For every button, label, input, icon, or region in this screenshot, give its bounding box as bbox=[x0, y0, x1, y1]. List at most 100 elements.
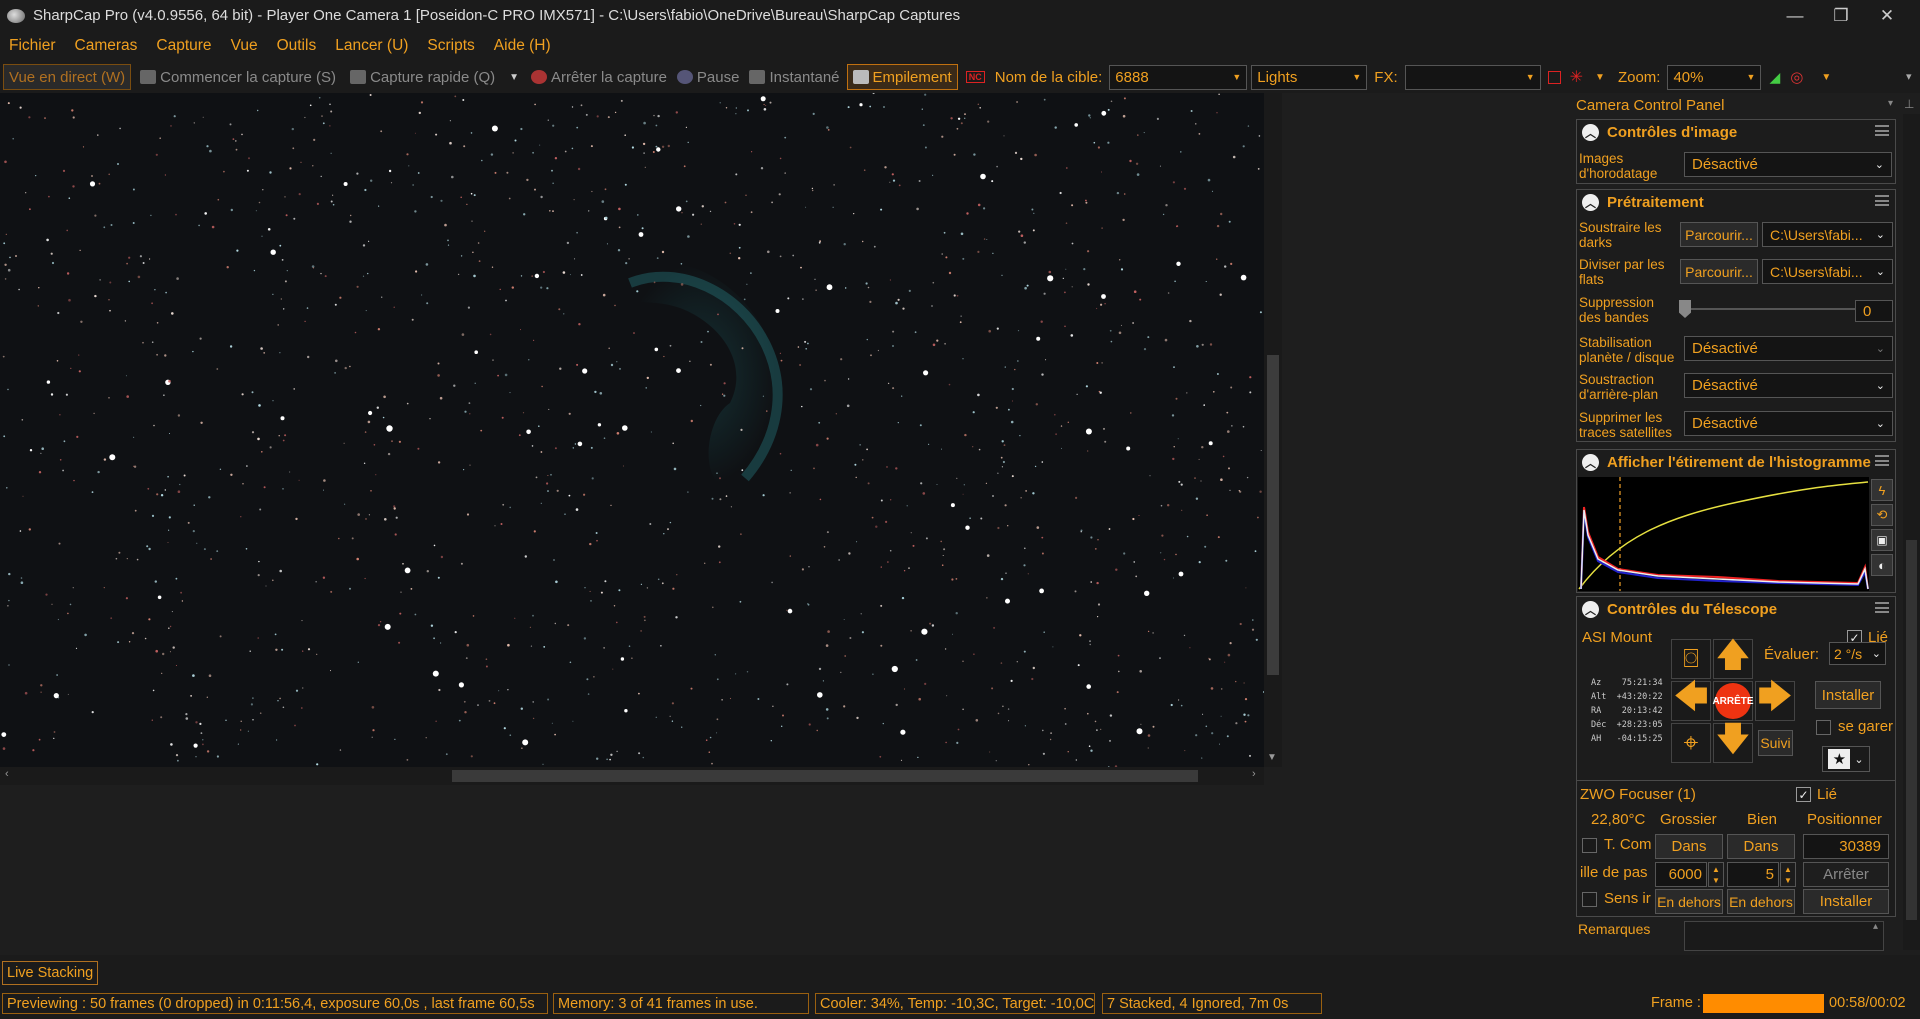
selection-rect-icon[interactable] bbox=[1547, 70, 1561, 84]
chevron-down-icon[interactable]: ▼ bbox=[1595, 72, 1605, 83]
scroll-right-icon[interactable]: › bbox=[1252, 768, 1256, 780]
move-west-button[interactable]: 🡄 bbox=[1671, 678, 1711, 721]
spin-up-icon[interactable]: ▲ bbox=[1784, 864, 1792, 875]
maximize-button[interactable]: ❐ bbox=[1818, 0, 1864, 31]
viewport-vertical-scroll-thumb[interactable] bbox=[1267, 355, 1279, 675]
focus-assist-icon[interactable]: ◎ bbox=[1790, 68, 1803, 86]
menu-aide[interactable]: Aide (H) bbox=[485, 37, 561, 55]
coarse-step-spinner[interactable]: ▲ ▼ bbox=[1708, 862, 1724, 887]
fine-out-button[interactable]: En dehors bbox=[1727, 889, 1795, 914]
collapse-icon[interactable]: ︿ bbox=[1582, 601, 1599, 618]
scroll-down-icon[interactable]: ▼ bbox=[1267, 752, 1277, 763]
mount-setup-button[interactable]: Installer bbox=[1815, 681, 1881, 709]
save-icon[interactable]: ▣ bbox=[1871, 529, 1893, 551]
browse-darks-button[interactable]: Parcourir... bbox=[1680, 222, 1758, 247]
scroll-left-icon[interactable]: ‹ bbox=[5, 768, 9, 780]
close-button[interactable]: ✕ bbox=[1864, 0, 1910, 31]
live-view-button[interactable]: Vue en direct (W) bbox=[3, 64, 132, 90]
banding-slider-thumb[interactable] bbox=[1679, 300, 1691, 318]
start-capture-button[interactable]: Commencer la capture (S) bbox=[135, 64, 341, 90]
rate-dropdown[interactable]: 2 °/s ⌄ bbox=[1829, 642, 1886, 665]
fine-in-button[interactable]: Dans bbox=[1727, 834, 1795, 859]
star bbox=[892, 330, 895, 333]
fine-step-spinner[interactable]: ▲ ▼ bbox=[1780, 862, 1796, 887]
menu-icon[interactable] bbox=[1875, 125, 1889, 136]
viewport-horizontal-scroll-thumb[interactable] bbox=[452, 770, 1198, 782]
quick-capture-button[interactable]: Capture rapide (Q) ▼ bbox=[345, 64, 524, 90]
home-button[interactable]: ⌖ bbox=[1671, 723, 1711, 763]
minimize-button[interactable]: — bbox=[1772, 0, 1818, 31]
toolbar-overflow-icon[interactable]: ▾ bbox=[1906, 70, 1912, 83]
coarse-in-button[interactable]: Dans bbox=[1655, 834, 1723, 859]
contrast-icon[interactable]: ◐ bbox=[1871, 554, 1893, 576]
snapshot-button[interactable]: Instantané bbox=[744, 64, 844, 90]
collapse-icon[interactable]: ︿ bbox=[1582, 124, 1599, 141]
zoom-combo[interactable]: 40% ▼ bbox=[1667, 64, 1762, 90]
banding-value-input[interactable]: 0 bbox=[1855, 300, 1893, 322]
menu-cameras[interactable]: Cameras bbox=[66, 37, 148, 55]
histogram-icon[interactable]: ◢ bbox=[1769, 69, 1780, 86]
histogram-chart[interactable] bbox=[1578, 477, 1869, 591]
menu-capture[interactable]: Capture bbox=[147, 37, 221, 55]
scroll-up-icon[interactable]: ▴ bbox=[1873, 921, 1878, 932]
coarse-step-input[interactable]: 6000 bbox=[1655, 862, 1707, 887]
collapse-icon[interactable]: ︿ bbox=[1582, 454, 1599, 471]
star-dropdown[interactable]: ★ ⌄ bbox=[1822, 746, 1870, 772]
telescope-header[interactable]: ︿ Contrôles du Télescope bbox=[1577, 597, 1895, 622]
stabilize-dropdown[interactable]: Désactivé ⌄ bbox=[1684, 336, 1893, 361]
crosshair-icon[interactable]: ✳ bbox=[1570, 67, 1583, 87]
move-south-button[interactable]: 🡇 bbox=[1713, 720, 1753, 763]
lightning-icon[interactable]: ϟ bbox=[1871, 479, 1893, 501]
coarse-out-button[interactable]: En dehors bbox=[1655, 889, 1723, 914]
focuser-setup-button[interactable]: Installer bbox=[1803, 889, 1889, 914]
browse-flats-button[interactable]: Parcourir... bbox=[1680, 259, 1758, 284]
reverse-checkbox[interactable] bbox=[1582, 892, 1597, 907]
stop-capture-button[interactable]: Arrêter la capture bbox=[526, 64, 672, 90]
timestamp-dropdown[interactable]: Désactivé ⌄ bbox=[1684, 152, 1892, 177]
preprocessing-header[interactable]: ︿ Prétraitement bbox=[1577, 190, 1895, 215]
spin-down-icon[interactable]: ▼ bbox=[1784, 875, 1792, 886]
chevron-down-icon[interactable]: ▾ bbox=[1888, 98, 1893, 109]
spin-down-icon[interactable]: ▼ bbox=[1712, 875, 1720, 886]
flats-path-dropdown[interactable]: C:\Users\fabi... ⌄ bbox=[1762, 259, 1893, 284]
menu-icon[interactable] bbox=[1875, 195, 1889, 206]
park-checkbox[interactable] bbox=[1816, 720, 1831, 735]
menu-icon[interactable] bbox=[1875, 602, 1889, 613]
menu-lancer[interactable]: Lancer (U) bbox=[326, 37, 418, 55]
position-input[interactable]: 30389 bbox=[1803, 834, 1889, 859]
satellite-dropdown[interactable]: Désactivé ⌄ bbox=[1684, 411, 1893, 436]
stacking-button[interactable]: Empilement bbox=[846, 64, 958, 90]
background-dropdown[interactable]: Désactivé ⌄ bbox=[1684, 373, 1893, 398]
move-north-button[interactable]: 🡅 bbox=[1713, 636, 1753, 679]
spin-up-icon[interactable]: ▲ bbox=[1712, 864, 1720, 875]
tracking-button[interactable]: Suivi bbox=[1758, 730, 1793, 756]
no-calibration-icon[interactable]: NC bbox=[961, 64, 990, 90]
menu-scripts[interactable]: Scripts bbox=[418, 37, 484, 55]
pin-icon[interactable]: ⊥ bbox=[1904, 97, 1914, 111]
reset-icon[interactable]: ⟲ bbox=[1871, 504, 1893, 526]
temp-comp-checkbox[interactable] bbox=[1582, 838, 1597, 853]
darks-path-dropdown[interactable]: C:\Users\fabi... ⌄ bbox=[1762, 222, 1893, 247]
notes-textarea[interactable] bbox=[1684, 921, 1884, 951]
move-east-button[interactable]: 🡆 bbox=[1755, 678, 1795, 721]
collapse-icon[interactable]: ︿ bbox=[1582, 194, 1599, 211]
focuser-linked-checkbox[interactable]: ✓ bbox=[1796, 787, 1811, 802]
banding-slider-track[interactable] bbox=[1687, 308, 1855, 310]
chevron-down-icon[interactable]: ▼ bbox=[509, 72, 519, 83]
menu-outils[interactable]: Outils bbox=[268, 37, 327, 55]
pause-button[interactable]: Pause bbox=[672, 64, 745, 90]
panel-scroll-thumb[interactable] bbox=[1906, 540, 1917, 920]
histogram-header[interactable]: ︿ Afficher l'étirement de l'histogramme bbox=[1577, 450, 1895, 475]
menu-vue[interactable]: Vue bbox=[222, 37, 268, 55]
frame-type-combo[interactable]: Lights ▼ bbox=[1251, 64, 1368, 90]
fine-step-input[interactable]: 5 bbox=[1727, 862, 1779, 887]
fx-combo[interactable]: ▼ bbox=[1404, 64, 1541, 90]
menu-icon[interactable] bbox=[1875, 455, 1889, 466]
target-name-combo[interactable]: 6888 ▼ bbox=[1109, 64, 1248, 90]
live-stacking-tab[interactable]: Live Stacking bbox=[2, 961, 99, 985]
chevron-down-icon[interactable]: ▼ bbox=[1821, 72, 1831, 83]
focuser-stop-button[interactable]: Arrêter bbox=[1803, 862, 1889, 887]
image-viewport[interactable] bbox=[0, 93, 1264, 767]
menu-fichier[interactable]: Fichier bbox=[0, 37, 66, 55]
image-controls-header[interactable]: ︿ Contrôles d'image bbox=[1577, 120, 1895, 145]
